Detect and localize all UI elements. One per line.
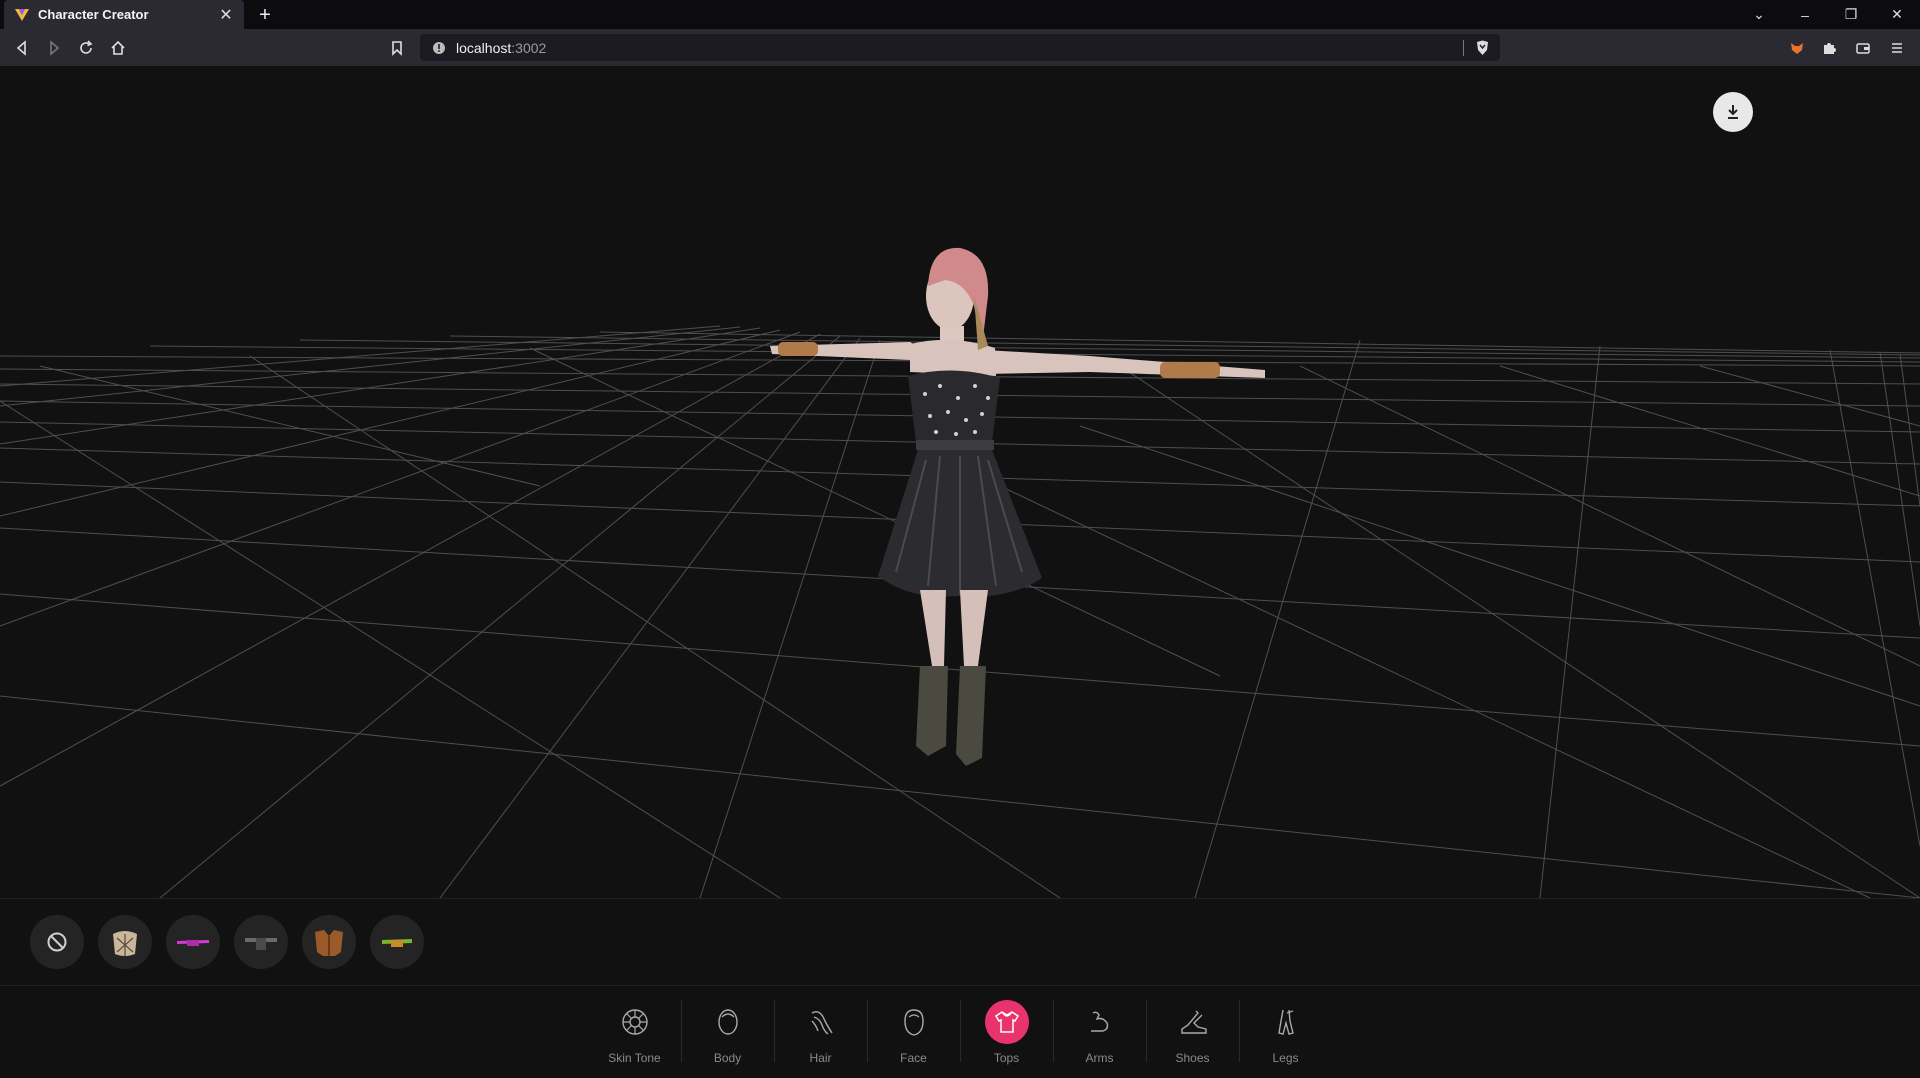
lace-top-icon (113, 931, 137, 956)
tab-bar: Character Creator ✕ + ⌄ – ❐ ✕ (0, 0, 1920, 29)
brown-jacket-icon (315, 930, 343, 956)
category-label: Body (713, 1051, 742, 1065)
green-top-icon (382, 939, 412, 947)
hair-icon (799, 1000, 843, 1044)
forward-icon[interactable] (42, 36, 66, 60)
site-info-icon[interactable] (432, 41, 446, 55)
legs-icon (1264, 1000, 1308, 1044)
back-icon[interactable] (10, 36, 34, 60)
category-label: Tops (993, 1051, 1020, 1065)
window-controls: ⌄ – ❐ ✕ (1736, 0, 1920, 29)
category-label: Shoes (1175, 1051, 1210, 1065)
category-label: Face (900, 1051, 927, 1065)
item-lace-top[interactable] (98, 915, 152, 969)
app-logo-icon (15, 8, 29, 21)
home-icon[interactable] (106, 36, 130, 60)
url-text: localhost:3002 (456, 40, 546, 56)
tops-icon (984, 1000, 1029, 1044)
category-tops[interactable]: Tops (960, 1000, 1053, 1070)
skin-tone-icon (613, 1000, 657, 1044)
category-hair[interactable]: Hair (774, 1000, 867, 1070)
brave-shield-icon[interactable] (1475, 40, 1490, 56)
arms-icon (1078, 1000, 1122, 1044)
category-shoes[interactable]: Shoes (1146, 1000, 1239, 1070)
category-bar: Skin Tone Body Hair Face Tops Arms Shoes… (0, 986, 1920, 1078)
new-tab-icon[interactable]: + (254, 4, 276, 26)
item-dark-top[interactable] (234, 915, 288, 969)
category-arms[interactable]: Arms (1053, 1000, 1146, 1070)
download-icon (1728, 105, 1738, 119)
category-label: Arms (1085, 1051, 1114, 1065)
url-divider (1463, 40, 1464, 56)
dark-top-icon (245, 938, 277, 950)
url-host: localhost (456, 39, 512, 56)
category-label: Legs (1272, 1051, 1299, 1065)
minimize-icon[interactable]: – (1782, 0, 1828, 29)
category-skin-tone[interactable]: Skin Tone (588, 1000, 681, 1070)
category-body[interactable]: Body (681, 1000, 774, 1070)
none-icon (47, 932, 67, 952)
download-button[interactable] (1713, 92, 1753, 132)
category-label: Hair (809, 1051, 832, 1065)
pink-top-icon (177, 940, 209, 946)
item-pink-top[interactable] (166, 915, 220, 969)
category-label: Skin Tone (608, 1051, 661, 1065)
tab-title: Character Creator (38, 7, 149, 22)
item-brown-jacket[interactable] (302, 915, 356, 969)
character-viewport[interactable] (0, 66, 1920, 898)
character-model[interactable] (760, 226, 1280, 866)
close-window-icon[interactable]: ✕ (1874, 0, 1920, 29)
item-selector (0, 898, 1920, 986)
wallet-icon[interactable] (1851, 36, 1875, 60)
item-none-button[interactable] (30, 915, 84, 969)
close-tab-icon[interactable]: ✕ (218, 7, 234, 24)
left-glove (778, 342, 818, 356)
shoes-icon (1171, 1000, 1215, 1044)
menu-icon[interactable] (1885, 36, 1909, 60)
category-face[interactable]: Face (867, 1000, 960, 1070)
tab-list-icon[interactable]: ⌄ (1736, 0, 1782, 29)
item-green-top[interactable] (370, 915, 424, 969)
extensions-puzzle-icon[interactable] (1817, 36, 1841, 60)
url-bar[interactable]: localhost:3002 (420, 34, 1500, 61)
left-boot (916, 666, 948, 756)
body-icon (706, 1000, 750, 1044)
corset-top (908, 370, 1000, 442)
face-icon (892, 1000, 936, 1044)
reload-icon[interactable] (74, 36, 98, 60)
category-legs[interactable]: Legs (1239, 1000, 1332, 1070)
browser-tab[interactable]: Character Creator ✕ (4, 0, 244, 29)
restore-icon[interactable]: ❐ (1828, 0, 1874, 29)
right-boot (956, 666, 986, 766)
bookmark-icon[interactable] (385, 36, 409, 60)
extension-fox-icon[interactable] (1785, 36, 1809, 60)
url-port: :3002 (511, 39, 547, 56)
right-glove (1160, 362, 1220, 378)
